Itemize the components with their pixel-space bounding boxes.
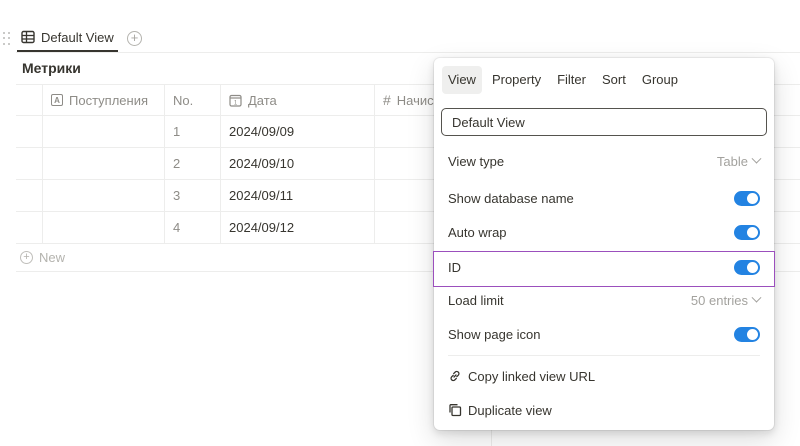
tab-view[interactable]: View bbox=[442, 66, 482, 94]
auto-wrap-label: Auto wrap bbox=[448, 224, 507, 240]
auto-wrap-toggle[interactable] bbox=[734, 224, 760, 240]
date-cell[interactable]: 2024/09/12 bbox=[221, 212, 375, 243]
duplicate-view-label: Duplicate view bbox=[468, 402, 552, 418]
view-settings-popover: View Property Filter Sort Group View typ… bbox=[433, 58, 775, 430]
view-type-select[interactable]: Table bbox=[716, 153, 762, 169]
postupleniya-cell[interactable] bbox=[43, 148, 165, 179]
new-row-label: New bbox=[39, 250, 66, 265]
duplicate-icon bbox=[449, 404, 462, 417]
view-type-value: Table bbox=[716, 153, 748, 169]
view-type-label: View type bbox=[448, 153, 505, 169]
show-page-icon-label: Show page icon bbox=[448, 326, 541, 342]
auto-wrap-row[interactable]: Auto wrap bbox=[434, 215, 774, 249]
row-handle-cell bbox=[16, 148, 43, 179]
toggle-knob bbox=[747, 226, 758, 238]
tab-sort[interactable]: Sort bbox=[596, 66, 632, 94]
header-label: Поступления bbox=[69, 92, 149, 108]
postupleniya-cell[interactable] bbox=[43, 116, 165, 147]
row-handle-cell bbox=[16, 116, 43, 147]
toggle-knob bbox=[747, 261, 758, 273]
header-cell-no[interactable]: No. bbox=[165, 85, 221, 115]
no-cell: 3 bbox=[165, 180, 221, 211]
load-limit-row[interactable]: Load limit 50 entries bbox=[434, 283, 774, 317]
duplicate-view-button[interactable]: Duplicate view bbox=[434, 394, 774, 426]
popover-tabs: View Property Filter Sort Group bbox=[442, 66, 684, 94]
calendar-icon: 1 bbox=[229, 94, 242, 107]
no-cell: 2 bbox=[165, 148, 221, 179]
tab-default-view[interactable]: Default View bbox=[17, 24, 118, 52]
chevron-down-icon bbox=[751, 292, 762, 303]
tab-group[interactable]: Group bbox=[636, 66, 684, 94]
header-label: Начис bbox=[396, 92, 434, 108]
toggle-knob bbox=[747, 192, 758, 204]
row-handle-cell bbox=[16, 180, 43, 211]
tabbar-divider bbox=[16, 52, 800, 53]
header-cell-postupleniya[interactable]: A Поступления bbox=[43, 85, 165, 115]
header-cell-date[interactable]: 1 Дата bbox=[221, 85, 375, 115]
plus-icon: + bbox=[20, 251, 33, 264]
tab-label: Default View bbox=[41, 29, 114, 45]
date-cell[interactable]: 2024/09/10 bbox=[221, 148, 375, 179]
view-type-row[interactable]: View type Table bbox=[434, 144, 774, 178]
load-limit-select[interactable]: 50 entries bbox=[690, 292, 762, 308]
copy-linked-view-url-button[interactable]: Copy linked view URL bbox=[434, 360, 774, 392]
drag-handle-icon[interactable] bbox=[3, 32, 11, 46]
link-icon bbox=[450, 370, 460, 382]
header-cell-handle bbox=[16, 85, 43, 115]
show-database-name-toggle[interactable] bbox=[734, 190, 760, 206]
id-label: ID bbox=[448, 259, 461, 275]
add-view-plus-icon[interactable]: + bbox=[127, 31, 142, 46]
view-name-input[interactable] bbox=[441, 108, 767, 136]
load-limit-value: 50 entries bbox=[690, 292, 748, 308]
no-cell: 1 bbox=[165, 116, 221, 147]
number-icon: # bbox=[383, 92, 391, 108]
no-cell: 4 bbox=[165, 212, 221, 243]
show-page-icon-toggle[interactable] bbox=[734, 326, 760, 342]
show-page-icon-row[interactable]: Show page icon bbox=[434, 317, 774, 351]
header-label: Дата bbox=[248, 92, 277, 108]
show-database-name-label: Show database name bbox=[448, 190, 574, 206]
row-handle-cell bbox=[16, 212, 43, 243]
tab-property[interactable]: Property bbox=[486, 66, 547, 94]
copy-linked-view-url-label: Copy linked view URL bbox=[468, 368, 596, 384]
postupleniya-cell[interactable] bbox=[43, 212, 165, 243]
tab-filter[interactable]: Filter bbox=[551, 66, 592, 94]
id-toggle[interactable] bbox=[734, 259, 760, 275]
date-cell[interactable]: 2024/09/09 bbox=[221, 116, 375, 147]
id-row[interactable]: ID bbox=[434, 250, 774, 284]
chevron-down-icon bbox=[751, 153, 762, 164]
table-icon bbox=[21, 30, 35, 44]
database-title: Метрики bbox=[22, 60, 81, 76]
load-limit-label: Load limit bbox=[448, 292, 504, 308]
date-cell[interactable]: 2024/09/11 bbox=[221, 180, 375, 211]
header-label: No. bbox=[173, 92, 194, 108]
text-property-icon: A bbox=[51, 94, 63, 106]
show-database-name-row[interactable]: Show database name bbox=[434, 181, 774, 215]
popover-divider bbox=[448, 355, 760, 356]
toggle-knob bbox=[747, 328, 758, 340]
postupleniya-cell[interactable] bbox=[43, 180, 165, 211]
